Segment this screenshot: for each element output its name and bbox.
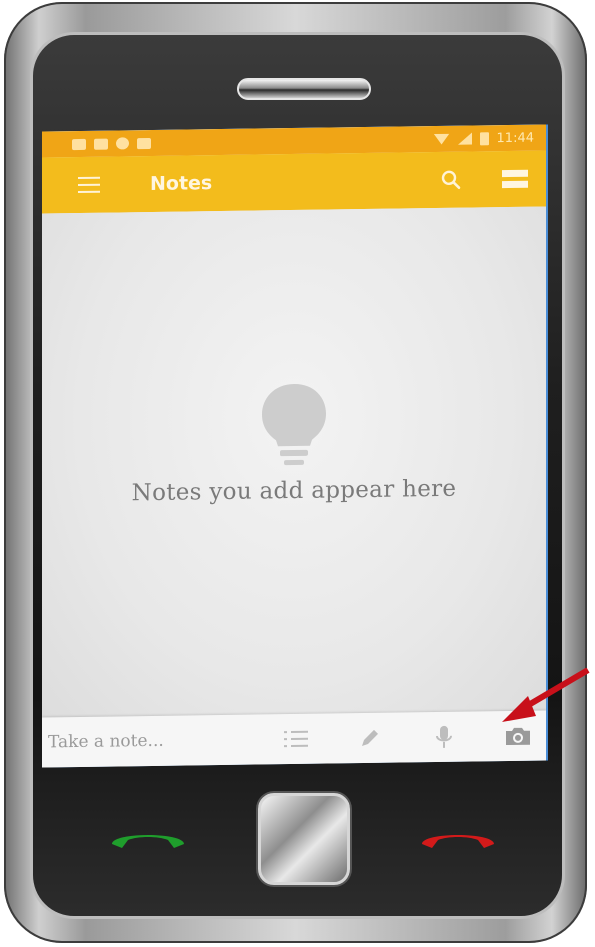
microphone-icon[interactable]	[430, 723, 458, 751]
phone-mockup-stage: 11:44 Notes Notes you add appear here Ta…	[0, 0, 595, 947]
app-title: Notes	[150, 172, 213, 196]
gmail-notification-icon	[94, 138, 108, 150]
system-icons: 11:44	[434, 130, 534, 146]
hamburger-menu-icon[interactable]	[78, 176, 100, 194]
annotation-arrow-icon	[490, 667, 590, 728]
list-icon[interactable]	[282, 725, 310, 753]
home-button-icon[interactable]	[258, 793, 350, 885]
empty-state-message: Notes you add appear here	[131, 475, 457, 507]
status-time: 11:44	[496, 130, 534, 146]
battery-icon	[479, 131, 489, 145]
phone-end-icon[interactable]	[418, 826, 498, 852]
phone-speaker	[237, 78, 371, 100]
chat-notification-icon	[116, 137, 129, 150]
phone-screen: 11:44 Notes Notes you add appear here Ta…	[42, 124, 546, 768]
app-bar-actions	[440, 168, 528, 191]
search-icon[interactable]	[440, 169, 462, 191]
signal-icon	[457, 132, 472, 145]
pen-icon[interactable]	[356, 724, 384, 752]
phone-accept-icon[interactable]	[108, 826, 188, 852]
notes-list-area: Notes you add appear here	[42, 206, 546, 732]
mail-notification-icon	[72, 138, 86, 150]
view-toggle-icon[interactable]	[502, 169, 528, 189]
store-notification-icon	[137, 137, 151, 149]
app-bar: Notes	[42, 150, 546, 214]
take-note-bar[interactable]: Take a note...	[42, 710, 546, 768]
take-note-input[interactable]: Take a note...	[48, 730, 248, 753]
lightbulb-icon	[254, 379, 334, 470]
wifi-icon	[434, 133, 450, 144]
notification-icons	[72, 137, 151, 150]
